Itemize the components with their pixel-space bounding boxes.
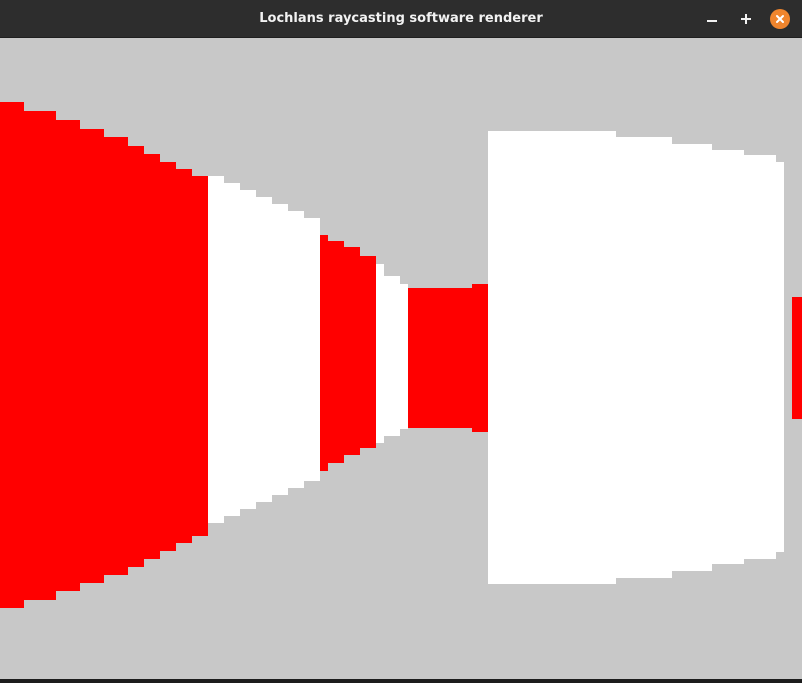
render-viewport[interactable] xyxy=(0,38,802,679)
window-controls xyxy=(688,9,790,29)
wall-red-middle xyxy=(320,235,376,480)
maximize-button[interactable] xyxy=(736,9,756,29)
wall-red-far xyxy=(408,284,488,432)
window-bottom-border xyxy=(0,679,802,683)
window-title: Lochlans raycasting software renderer xyxy=(259,11,543,26)
wall-red-left xyxy=(0,102,208,608)
plus-icon xyxy=(741,14,751,24)
wall-white-2 xyxy=(376,264,408,443)
app-window: Lochlans raycasting software renderer xyxy=(0,0,802,683)
close-button[interactable] xyxy=(770,9,790,29)
title-bar[interactable]: Lochlans raycasting software renderer xyxy=(0,0,802,38)
close-icon xyxy=(776,15,784,23)
wall-white-1 xyxy=(208,176,320,523)
minimize-button[interactable] xyxy=(702,9,722,29)
wall-white-large xyxy=(488,131,784,584)
minimize-icon xyxy=(707,20,717,22)
raycast-scene xyxy=(0,102,802,608)
wall-red-right-edge xyxy=(792,297,802,419)
